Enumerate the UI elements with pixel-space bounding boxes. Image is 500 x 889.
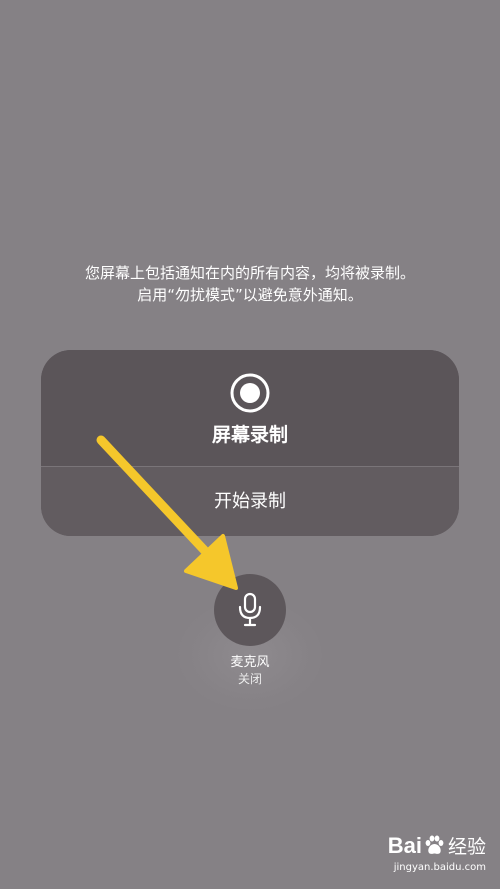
screen-recording-header: 屏幕录制 — [41, 350, 459, 466]
watermark-logo-right: 经验 — [447, 837, 486, 858]
microphone-label: 麦克风 — [230, 655, 270, 670]
record-icon — [230, 373, 270, 413]
notice-line-1: 您屏幕上包括通知在内的所有内容，均将被录制。 — [84, 264, 415, 282]
watermark-url: jingyan.baidu.com — [393, 862, 486, 873]
watermark-logo-left: Bai — [387, 833, 422, 858]
start-recording-button[interactable]: 开始录制 — [41, 467, 459, 536]
watermark-logo: Bai 经验 — [388, 831, 486, 861]
screen-recording-title: 屏幕录制 — [211, 424, 288, 446]
baidu-paw-icon — [425, 835, 444, 854]
recording-notice: 您屏幕上包括通知在内的所有内容，均将被录制。 启用“勿扰模式”以避免意外通知。 — [0, 262, 500, 306]
microphone-icon — [238, 592, 262, 627]
screen-recording-card: 屏幕录制 开始录制 — [41, 350, 459, 536]
microphone-button[interactable] — [214, 574, 286, 646]
screen-recording-panel: 您屏幕上包括通知在内的所有内容，均将被录制。 启用“勿扰模式”以避免意外通知。 … — [0, 0, 500, 889]
notice-line-2: 启用“勿扰模式”以避免意外通知。 — [137, 286, 363, 304]
microphone-status: 关闭 — [237, 672, 262, 686]
baidu-jingyan-watermark: Bai 经验 jingyan.baidu.com — [366, 831, 486, 881]
